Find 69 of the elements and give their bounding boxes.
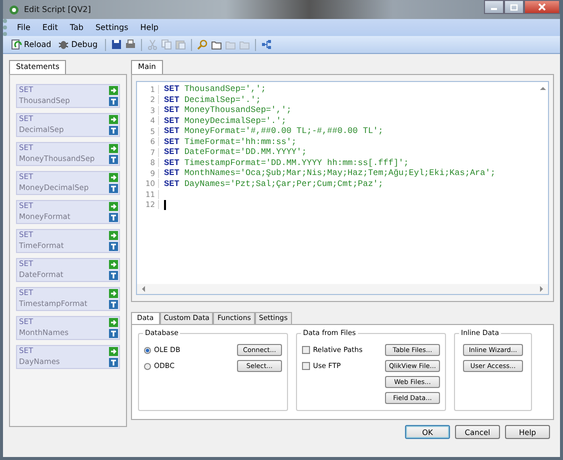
- folder-icon[interactable]: [210, 39, 222, 50]
- close-icon: [538, 3, 546, 11]
- horizontal-scrollbar[interactable]: [137, 284, 548, 294]
- insert-arrow-icon[interactable]: [109, 86, 118, 95]
- code-text: DayNames='Pzt;Sal;Çar;Per;Cum;Cmt;Paz';: [184, 178, 384, 189]
- print-icon[interactable]: [124, 39, 136, 50]
- insert-arrow-icon[interactable]: [109, 144, 118, 153]
- help-icon[interactable]: [109, 271, 118, 280]
- insert-arrow-icon[interactable]: [109, 347, 118, 356]
- code-keyword: SET: [164, 147, 180, 158]
- scroll-right-icon[interactable]: [540, 286, 544, 292]
- code-text: MonthNames='Oca;Şub;Mar;Nis;May;Haz;Tem;Ağu;Eyl;Eki;Kas;Ara';: [184, 168, 496, 178]
- save-icon[interactable]: [110, 39, 122, 50]
- bug-icon: [58, 39, 70, 50]
- copy-icon[interactable]: [160, 39, 172, 50]
- code-text: MoneyDecimalSep='.';: [184, 116, 286, 126]
- code-text: MoneyThousandSep=',';: [184, 105, 292, 116]
- insert-arrow-icon[interactable]: [109, 318, 118, 327]
- help-icon[interactable]: [109, 213, 118, 222]
- code-keyword: SET: [164, 105, 180, 116]
- close-button[interactable]: [524, 0, 560, 14]
- toolbar-button[interactable]: Reload: [9, 39, 54, 50]
- reload-icon: [11, 39, 22, 50]
- script-editor[interactable]: [136, 81, 549, 295]
- code-keyword: SET: [164, 94, 180, 105]
- minimize-button[interactable]: [484, 0, 504, 14]
- code-keyword: SET: [164, 158, 180, 168]
- menu-item[interactable]: Edit: [42, 23, 58, 32]
- search-icon[interactable]: [196, 39, 208, 50]
- menu-item[interactable]: Tab: [70, 23, 84, 32]
- insert-arrow-icon[interactable]: [109, 231, 118, 240]
- app-icon: [9, 4, 19, 14]
- code-keyword: SET: [164, 116, 180, 126]
- help-icon[interactable]: [109, 184, 118, 193]
- menu-item[interactable]: Settings: [95, 23, 128, 32]
- insert-arrow-icon[interactable]: [109, 115, 118, 124]
- paste-icon[interactable]: [174, 39, 186, 50]
- maximize-icon: [510, 4, 518, 10]
- code-text: TimeFormat='hh:mm:ss';: [184, 136, 297, 147]
- help-icon[interactable]: [109, 300, 118, 309]
- scroll-left-icon[interactable]: [141, 286, 145, 292]
- insert-arrow-icon[interactable]: [109, 260, 118, 269]
- code-keyword: SET: [164, 136, 180, 147]
- code-text: DecimalSep='.';: [184, 94, 261, 105]
- insert-arrow-icon[interactable]: [109, 173, 118, 182]
- diagram-icon[interactable]: [260, 39, 272, 50]
- help-icon[interactable]: [109, 97, 118, 106]
- help-icon[interactable]: [109, 126, 118, 135]
- menu-item[interactable]: Help: [140, 23, 158, 32]
- help-icon[interactable]: [109, 329, 118, 338]
- menu-item[interactable]: File: [17, 23, 30, 32]
- code-keyword: SET: [164, 126, 180, 136]
- help-icon[interactable]: [109, 242, 118, 251]
- scroll-up-icon[interactable]: [540, 86, 546, 90]
- code-keyword: SET: [164, 168, 180, 178]
- maximize-button[interactable]: [504, 0, 524, 14]
- window-title: Edit Script [QV2]: [24, 5, 91, 14]
- code-text: MoneyFormat='#,##0.00 TL;-#,##0.00 TL';: [184, 126, 384, 136]
- code-keyword: SET: [164, 84, 180, 94]
- help-icon[interactable]: [109, 358, 118, 367]
- code-text: DateFormat='DD.MM.YYYY';: [184, 147, 307, 158]
- code-text: TimestampFormat='DD.MM.YYYY hh:mm:ss[.fff]';: [184, 158, 409, 168]
- code-text: ThousandSep=',';: [184, 84, 266, 94]
- text-cursor: [164, 200, 166, 210]
- insert-arrow-icon[interactable]: [109, 289, 118, 298]
- insert-arrow-icon[interactable]: [109, 202, 118, 211]
- code-keyword: SET: [164, 178, 180, 189]
- help-icon[interactable]: [109, 155, 118, 164]
- toolbar-button[interactable]: Debug: [56, 39, 100, 50]
